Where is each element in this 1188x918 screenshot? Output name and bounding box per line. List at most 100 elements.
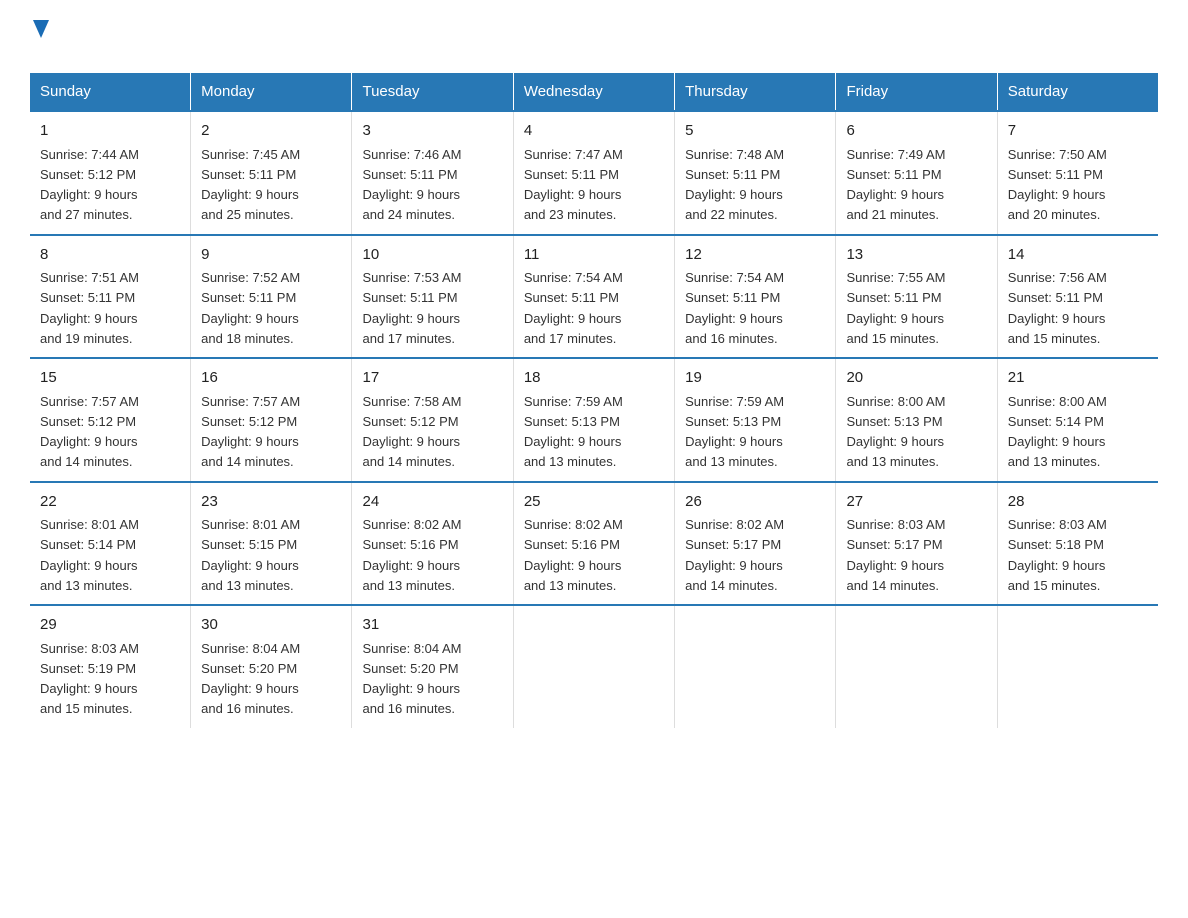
day-number: 16 [201,367,341,390]
day-number: 5 [685,120,825,143]
calendar-cell: 25 Sunrise: 8:02 AMSunset: 5:16 PMDaylig… [513,482,674,606]
day-info: Sunrise: 7:58 AMSunset: 5:12 PMDaylight:… [362,394,461,470]
day-info: Sunrise: 7:54 AMSunset: 5:11 PMDaylight:… [685,270,784,346]
calendar-cell: 30 Sunrise: 8:04 AMSunset: 5:20 PMDaylig… [191,605,352,728]
day-number: 17 [362,367,502,390]
day-info: Sunrise: 7:51 AMSunset: 5:11 PMDaylight:… [40,270,139,346]
calendar-cell: 18 Sunrise: 7:59 AMSunset: 5:13 PMDaylig… [513,358,674,482]
calendar-cell: 20 Sunrise: 8:00 AMSunset: 5:13 PMDaylig… [836,358,997,482]
day-info: Sunrise: 7:56 AMSunset: 5:11 PMDaylight:… [1008,270,1107,346]
calendar-cell: 2 Sunrise: 7:45 AMSunset: 5:11 PMDayligh… [191,111,352,235]
day-number: 12 [685,244,825,267]
day-number: 1 [40,120,180,143]
day-number: 15 [40,367,180,390]
day-info: Sunrise: 7:47 AMSunset: 5:11 PMDaylight:… [524,147,623,223]
calendar-cell: 28 Sunrise: 8:03 AMSunset: 5:18 PMDaylig… [997,482,1158,606]
day-info: Sunrise: 8:00 AMSunset: 5:13 PMDaylight:… [846,394,945,470]
calendar-cell: 13 Sunrise: 7:55 AMSunset: 5:11 PMDaylig… [836,235,997,359]
day-of-week-header: Thursday [675,73,836,111]
page-header [30,20,1158,53]
day-info: Sunrise: 7:52 AMSunset: 5:11 PMDaylight:… [201,270,300,346]
day-of-week-header: Tuesday [352,73,513,111]
day-of-week-header: Wednesday [513,73,674,111]
calendar-week-row: 15 Sunrise: 7:57 AMSunset: 5:12 PMDaylig… [30,358,1158,482]
calendar-cell: 23 Sunrise: 8:01 AMSunset: 5:15 PMDaylig… [191,482,352,606]
day-info: Sunrise: 8:03 AMSunset: 5:18 PMDaylight:… [1008,517,1107,593]
day-number: 25 [524,491,664,514]
days-header-row: SundayMondayTuesdayWednesdayThursdayFrid… [30,73,1158,111]
day-info: Sunrise: 7:53 AMSunset: 5:11 PMDaylight:… [362,270,461,346]
calendar-week-row: 1 Sunrise: 7:44 AMSunset: 5:12 PMDayligh… [30,111,1158,235]
day-number: 20 [846,367,986,390]
calendar-cell: 4 Sunrise: 7:47 AMSunset: 5:11 PMDayligh… [513,111,674,235]
day-number: 10 [362,244,502,267]
day-number: 2 [201,120,341,143]
day-number: 29 [40,614,180,637]
calendar-cell: 15 Sunrise: 7:57 AMSunset: 5:12 PMDaylig… [30,358,191,482]
calendar-cell: 26 Sunrise: 8:02 AMSunset: 5:17 PMDaylig… [675,482,836,606]
day-number: 23 [201,491,341,514]
logo [30,20,49,53]
calendar-cell: 21 Sunrise: 8:00 AMSunset: 5:14 PMDaylig… [997,358,1158,482]
calendar-week-row: 8 Sunrise: 7:51 AMSunset: 5:11 PMDayligh… [30,235,1158,359]
day-number: 6 [846,120,986,143]
day-info: Sunrise: 7:49 AMSunset: 5:11 PMDaylight:… [846,147,945,223]
day-of-week-header: Friday [836,73,997,111]
day-of-week-header: Saturday [997,73,1158,111]
day-info: Sunrise: 8:03 AMSunset: 5:19 PMDaylight:… [40,641,139,717]
logo-arrow-icon [33,20,49,43]
day-number: 11 [524,244,664,267]
calendar-cell: 6 Sunrise: 7:49 AMSunset: 5:11 PMDayligh… [836,111,997,235]
day-number: 28 [1008,491,1148,514]
calendar-cell: 27 Sunrise: 8:03 AMSunset: 5:17 PMDaylig… [836,482,997,606]
calendar-cell: 1 Sunrise: 7:44 AMSunset: 5:12 PMDayligh… [30,111,191,235]
calendar-cell: 31 Sunrise: 8:04 AMSunset: 5:20 PMDaylig… [352,605,513,728]
day-info: Sunrise: 7:57 AMSunset: 5:12 PMDaylight:… [40,394,139,470]
day-number: 4 [524,120,664,143]
day-info: Sunrise: 7:54 AMSunset: 5:11 PMDaylight:… [524,270,623,346]
day-info: Sunrise: 7:55 AMSunset: 5:11 PMDaylight:… [846,270,945,346]
calendar-cell [836,605,997,728]
day-of-week-header: Monday [191,73,352,111]
day-info: Sunrise: 8:02 AMSunset: 5:17 PMDaylight:… [685,517,784,593]
calendar-cell: 29 Sunrise: 8:03 AMSunset: 5:19 PMDaylig… [30,605,191,728]
day-info: Sunrise: 7:59 AMSunset: 5:13 PMDaylight:… [685,394,784,470]
day-info: Sunrise: 8:03 AMSunset: 5:17 PMDaylight:… [846,517,945,593]
day-info: Sunrise: 8:04 AMSunset: 5:20 PMDaylight:… [201,641,300,717]
day-number: 9 [201,244,341,267]
day-number: 13 [846,244,986,267]
calendar-week-row: 22 Sunrise: 8:01 AMSunset: 5:14 PMDaylig… [30,482,1158,606]
day-info: Sunrise: 8:02 AMSunset: 5:16 PMDaylight:… [524,517,623,593]
calendar-cell: 5 Sunrise: 7:48 AMSunset: 5:11 PMDayligh… [675,111,836,235]
day-info: Sunrise: 7:59 AMSunset: 5:13 PMDaylight:… [524,394,623,470]
day-number: 18 [524,367,664,390]
calendar-cell: 9 Sunrise: 7:52 AMSunset: 5:11 PMDayligh… [191,235,352,359]
day-info: Sunrise: 7:57 AMSunset: 5:12 PMDaylight:… [201,394,300,470]
day-number: 31 [362,614,502,637]
calendar-cell: 11 Sunrise: 7:54 AMSunset: 5:11 PMDaylig… [513,235,674,359]
calendar-cell: 17 Sunrise: 7:58 AMSunset: 5:12 PMDaylig… [352,358,513,482]
day-info: Sunrise: 8:01 AMSunset: 5:14 PMDaylight:… [40,517,139,593]
day-info: Sunrise: 8:01 AMSunset: 5:15 PMDaylight:… [201,517,300,593]
day-number: 22 [40,491,180,514]
day-number: 26 [685,491,825,514]
day-number: 3 [362,120,502,143]
calendar-cell [675,605,836,728]
calendar-week-row: 29 Sunrise: 8:03 AMSunset: 5:19 PMDaylig… [30,605,1158,728]
day-number: 27 [846,491,986,514]
day-info: Sunrise: 8:00 AMSunset: 5:14 PMDaylight:… [1008,394,1107,470]
day-info: Sunrise: 7:46 AMSunset: 5:11 PMDaylight:… [362,147,461,223]
calendar-table: SundayMondayTuesdayWednesdayThursdayFrid… [30,73,1158,728]
calendar-cell: 12 Sunrise: 7:54 AMSunset: 5:11 PMDaylig… [675,235,836,359]
calendar-cell: 7 Sunrise: 7:50 AMSunset: 5:11 PMDayligh… [997,111,1158,235]
day-number: 8 [40,244,180,267]
day-number: 24 [362,491,502,514]
day-number: 21 [1008,367,1148,390]
calendar-cell: 24 Sunrise: 8:02 AMSunset: 5:16 PMDaylig… [352,482,513,606]
calendar-cell [513,605,674,728]
calendar-cell [997,605,1158,728]
day-of-week-header: Sunday [30,73,191,111]
day-info: Sunrise: 7:48 AMSunset: 5:11 PMDaylight:… [685,147,784,223]
day-number: 30 [201,614,341,637]
calendar-cell: 19 Sunrise: 7:59 AMSunset: 5:13 PMDaylig… [675,358,836,482]
